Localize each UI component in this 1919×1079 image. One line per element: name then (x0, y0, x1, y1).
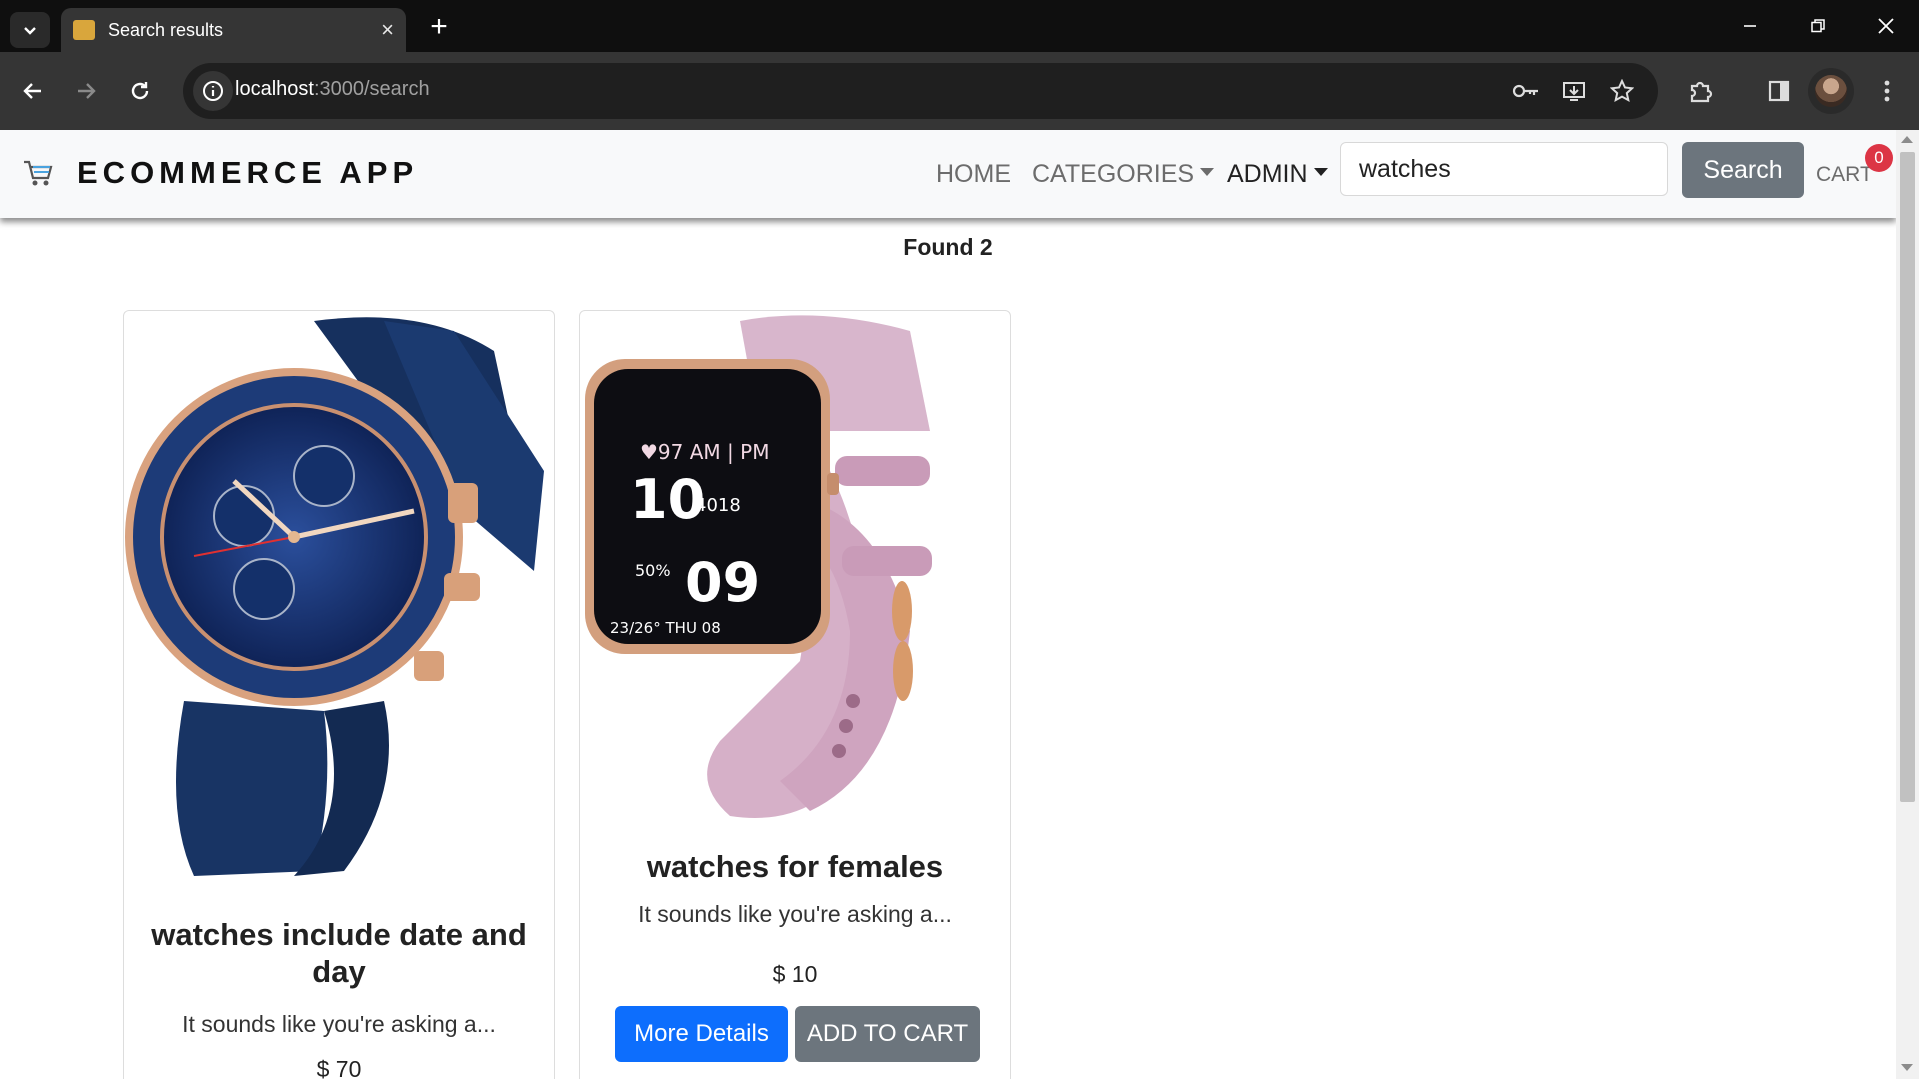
nav-categories-label: CATEGORIES (1032, 160, 1195, 188)
search-input[interactable] (1340, 142, 1668, 196)
browser-tab-strip: Search results × + (0, 0, 1919, 54)
minimize-button[interactable] (1716, 0, 1784, 52)
puzzle-icon (1690, 81, 1713, 103)
nav-categories-dropdown[interactable]: CATEGORIES (1032, 160, 1215, 189)
url-path: :3000/search (313, 78, 430, 100)
tab-title: Search results (108, 20, 224, 40)
bookmark-star-icon[interactable] (1607, 76, 1637, 106)
shopping-cart-icon (24, 160, 53, 186)
product-description: It sounds like you're asking a... (638, 901, 952, 927)
tab-close-icon[interactable]: × (381, 17, 394, 43)
back-button[interactable] (14, 72, 52, 110)
browser-menu-button[interactable] (1868, 72, 1906, 110)
address-bar[interactable]: localhost:3000/search (183, 63, 1658, 119)
url-text[interactable]: localhost:3000/search (235, 78, 430, 101)
page-scrollbar[interactable] (1896, 130, 1919, 1079)
svg-text:4018: 4018 (695, 495, 741, 516)
site-navbar: ECOMMERCE APP HOME CATEGORIES ADMIN Sear… (0, 130, 1896, 218)
arrow-right-icon (78, 83, 96, 99)
svg-text:09: 09 (685, 551, 760, 614)
svg-text:50%: 50% (635, 561, 671, 580)
results-count-heading: Found 2 (903, 234, 993, 260)
nav-home-link[interactable]: HOME (936, 160, 1011, 189)
search-button[interactable]: Search (1682, 142, 1804, 198)
brand-logo-text[interactable]: ECOMMERCE APP (77, 155, 418, 191)
side-panel-button[interactable] (1760, 72, 1798, 110)
product-price: $ 70 (316, 1056, 362, 1079)
scroll-down-arrow-icon[interactable] (1901, 1064, 1913, 1071)
arrow-left-icon (23, 83, 41, 99)
close-window-button[interactable] (1852, 0, 1919, 52)
caret-down-icon (1313, 168, 1328, 177)
profile-avatar[interactable] (1808, 68, 1854, 114)
close-icon (1878, 18, 1894, 34)
product-card: ♥97 AM | PM 10 4018 50% 09 23/26° THU 08… (579, 310, 1011, 1079)
password-key-icon[interactable] (1511, 76, 1541, 106)
product-card: watches include date and day It sounds l… (123, 310, 555, 1079)
cart-count-badge: 0 (1865, 144, 1893, 172)
tab-search-menu-button[interactable] (10, 12, 50, 48)
avatar-image (1815, 75, 1847, 107)
url-host: localhost (235, 78, 314, 100)
forward-button[interactable] (67, 72, 105, 110)
product-image-blue-chronograph-watch[interactable] (124, 311, 554, 881)
nav-cart-link[interactable]: CART (1816, 163, 1873, 187)
browser-tab-active[interactable]: Search results × (61, 8, 406, 54)
product-price: $ 10 (772, 961, 818, 987)
favicon-icon (73, 20, 95, 40)
reload-button[interactable] (121, 72, 159, 110)
scrollbar-thumb[interactable] (1900, 152, 1915, 802)
svg-text:♥97 AM | PM: ♥97 AM | PM (640, 440, 769, 464)
info-icon (203, 81, 223, 101)
nav-admin-dropdown[interactable]: ADMIN (1227, 160, 1328, 189)
product-image-pink-smartwatch[interactable]: ♥97 AM | PM 10 4018 50% 09 23/26° THU 08 (580, 311, 1010, 831)
extensions-button[interactable] (1681, 72, 1719, 110)
restore-button[interactable] (1784, 0, 1852, 52)
reload-icon (131, 82, 149, 100)
chevron-down-icon (24, 27, 36, 35)
add-to-cart-button[interactable]: ADD TO CART (795, 1006, 980, 1062)
site-info-button[interactable] (193, 71, 233, 111)
svg-text:23/26° THU 08: 23/26° THU 08 (610, 619, 721, 637)
svg-text:10: 10 (630, 468, 705, 531)
new-tab-button[interactable]: + (422, 12, 456, 46)
kebab-menu-icon (1884, 80, 1890, 102)
caret-down-icon (1200, 168, 1215, 177)
page-viewport: ECOMMERCE APP HOME CATEGORIES ADMIN Sear… (0, 130, 1919, 1079)
restore-icon (1811, 19, 1825, 33)
browser-toolbar: localhost:3000/search (0, 52, 1919, 130)
install-app-icon[interactable] (1559, 76, 1589, 106)
more-details-button[interactable]: More Details (615, 1006, 788, 1062)
minimize-icon (1744, 25, 1756, 27)
side-panel-icon (1768, 80, 1790, 102)
nav-admin-label: ADMIN (1227, 160, 1308, 188)
product-title: watches include date and day (151, 917, 527, 989)
product-title: watches for females (646, 849, 944, 884)
scroll-up-arrow-icon[interactable] (1901, 136, 1913, 143)
product-description: It sounds like you're asking a... (182, 1011, 496, 1037)
